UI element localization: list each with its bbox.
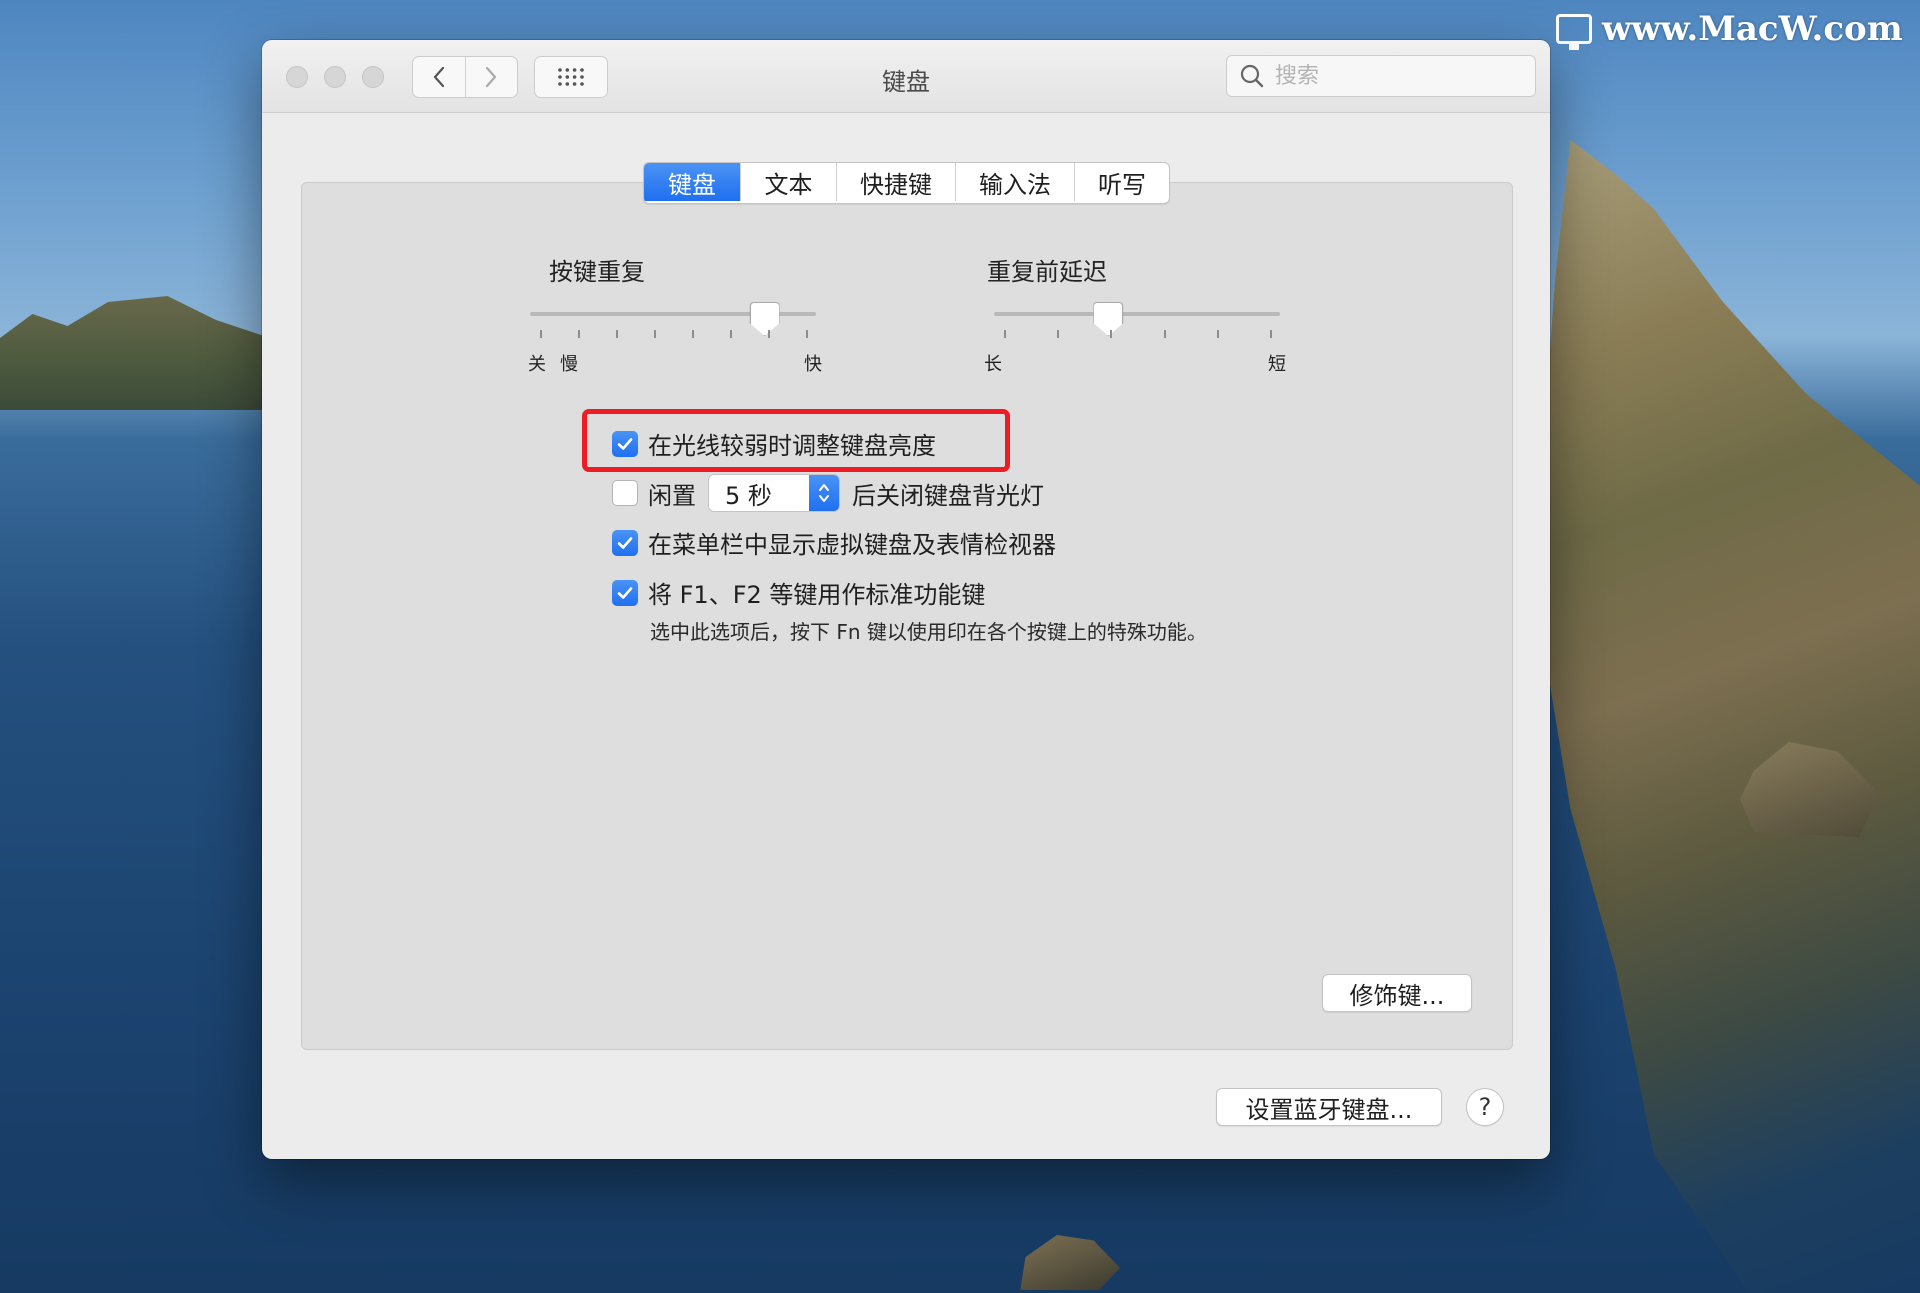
slider-tick [1163, 330, 1166, 338]
search-icon [1240, 64, 1264, 88]
slider-tick [768, 330, 770, 338]
slider-tick [1004, 330, 1006, 338]
idle-backlight-option[interactable]: 闲置 5 秒 后关闭键盘背光灯 [612, 474, 1044, 512]
show-viewer-option[interactable]: 在菜单栏中显示虚拟键盘及表情检视器 [612, 525, 1056, 560]
adjust-brightness-checkbox[interactable] [612, 430, 638, 457]
keyboard-preferences-window: 键盘 键盘 文本 快捷键 输入法 听写 按键重复 关 慢 快 重复前延迟 长 短… [262, 40, 1550, 1159]
idle-time-value: 5 秒 [725, 481, 772, 510]
tab-text[interactable]: 文本 [740, 163, 836, 201]
show-viewer-label: 在菜单栏中显示虚拟键盘及表情检视器 [648, 531, 1056, 559]
delay-track[interactable] [994, 312, 1280, 316]
help-button[interactable]: ? [1466, 1088, 1504, 1126]
idle-backlight-suffix: 后关闭键盘背光灯 [852, 481, 1044, 510]
slider-tick [1216, 330, 1219, 338]
delay-title: 重复前延迟 [987, 258, 1107, 286]
adjust-brightness-label: 在光线较弱时调整键盘亮度 [648, 432, 936, 460]
desktop-cliff-right [1540, 140, 1920, 1293]
setup-bluetooth-keyboard-button[interactable]: 设置蓝牙键盘... [1216, 1088, 1442, 1126]
key-repeat-label-fast: 快 [804, 354, 822, 375]
up-down-arrows-icon [819, 484, 829, 502]
key-repeat-label-slow: 慢 [560, 354, 578, 375]
idle-time-popup[interactable]: 5 秒 [708, 474, 840, 512]
key-repeat-label-off: 关 [528, 354, 546, 375]
checkmark-icon [617, 536, 633, 549]
checkmark-icon [617, 586, 633, 599]
popup-arrows[interactable] [809, 475, 839, 511]
slider-tick [578, 330, 580, 338]
slider-tick [692, 330, 694, 338]
checkmark-icon [617, 437, 633, 450]
watermark-text: www.MacW.com [1602, 9, 1903, 49]
search-input[interactable] [1273, 62, 1527, 90]
monitor-icon [1556, 14, 1592, 50]
desktop-hill-left [0, 296, 270, 410]
delay-label-long: 长 [984, 354, 1002, 375]
fn-keys-checkbox[interactable] [612, 579, 638, 606]
tab-dictation[interactable]: 听写 [1074, 163, 1169, 201]
tab-input-sources[interactable]: 输入法 [955, 163, 1074, 201]
tab-keyboard[interactable]: 键盘 [644, 163, 740, 201]
key-repeat-title: 按键重复 [549, 258, 645, 286]
slider-tick [654, 330, 656, 338]
tab-bar: 键盘 文本 快捷键 输入法 听写 [643, 162, 1170, 204]
adjust-brightness-option[interactable]: 在光线较弱时调整键盘亮度 [612, 426, 936, 461]
slider-tick [806, 330, 808, 338]
slider-tick [1057, 330, 1060, 338]
fn-keys-option[interactable]: 将 F1、F2 等键用作标准功能键 [612, 575, 985, 610]
slider-tick [616, 330, 618, 338]
show-viewer-checkbox[interactable] [612, 529, 638, 556]
fn-keys-label: 将 F1、F2 等键用作标准功能键 [648, 581, 986, 609]
modifier-keys-button[interactable]: 修饰键... [1322, 974, 1472, 1012]
idle-backlight-prefix: 闲置 [648, 481, 696, 510]
slider-tick [1110, 330, 1113, 338]
slider-tick [730, 330, 732, 338]
tab-shortcuts[interactable]: 快捷键 [836, 163, 955, 201]
slider-tick [1270, 330, 1272, 338]
titlebar: 键盘 [262, 40, 1550, 113]
delay-label-short: 短 [1268, 354, 1286, 375]
search-field[interactable] [1226, 55, 1536, 97]
desktop-rock-bottom [1020, 1235, 1120, 1290]
fn-keys-note: 选中此选项后，按下 Fn 键以使用印在各个按键上的特殊功能。 [650, 620, 1207, 644]
slider-tick [540, 330, 542, 338]
idle-backlight-checkbox[interactable] [612, 480, 638, 506]
watermark: www.MacW.com [1556, 6, 1903, 52]
